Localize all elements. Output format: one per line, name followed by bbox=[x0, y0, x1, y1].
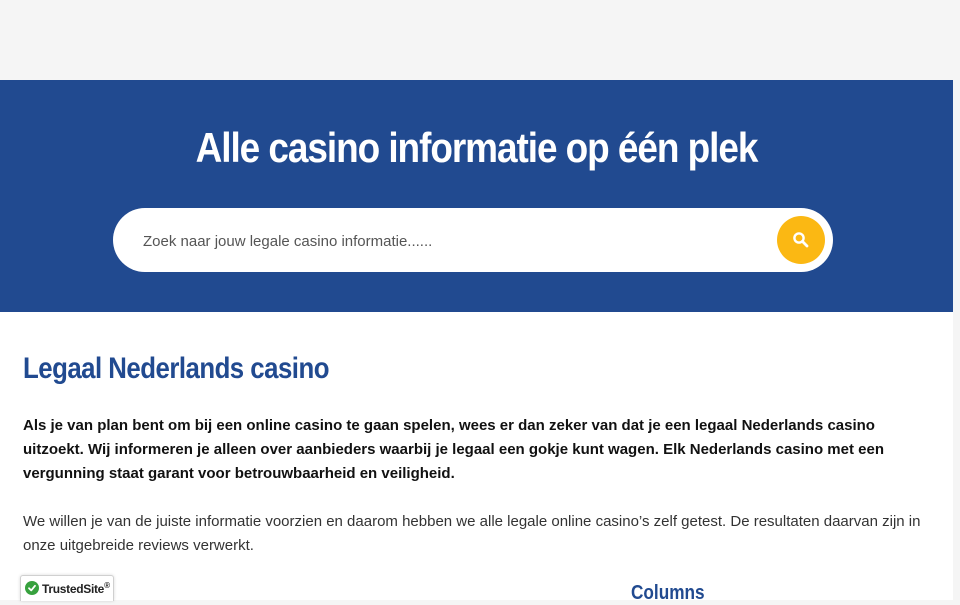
search-icon bbox=[793, 232, 809, 248]
search-bar bbox=[113, 208, 833, 272]
trustedsite-label: TrustedSite® bbox=[42, 581, 110, 596]
top-header-bar bbox=[0, 0, 960, 80]
search-button[interactable] bbox=[777, 216, 825, 264]
intro-paragraph: We willen je van de juiste informatie vo… bbox=[23, 513, 921, 554]
section-heading: Legaal Nederlands casino bbox=[23, 352, 329, 385]
search-input[interactable] bbox=[141, 224, 765, 258]
hero-banner: Alle casino informatie op één plek bbox=[0, 80, 953, 312]
intro-paragraph-bold: Als je van plan bent om bij een online c… bbox=[23, 417, 884, 482]
columns-heading: Columns bbox=[631, 582, 705, 604]
main-content: Legaal Nederlands casino Als je van plan… bbox=[0, 312, 953, 604]
checkmark-icon bbox=[25, 581, 39, 595]
page-scroll-gutter bbox=[953, 80, 960, 600]
registered-mark: ® bbox=[104, 581, 110, 590]
hero-title: Alle casino informatie op één plek bbox=[195, 124, 759, 171]
trustedsite-badge[interactable]: TrustedSite® bbox=[20, 575, 114, 601]
